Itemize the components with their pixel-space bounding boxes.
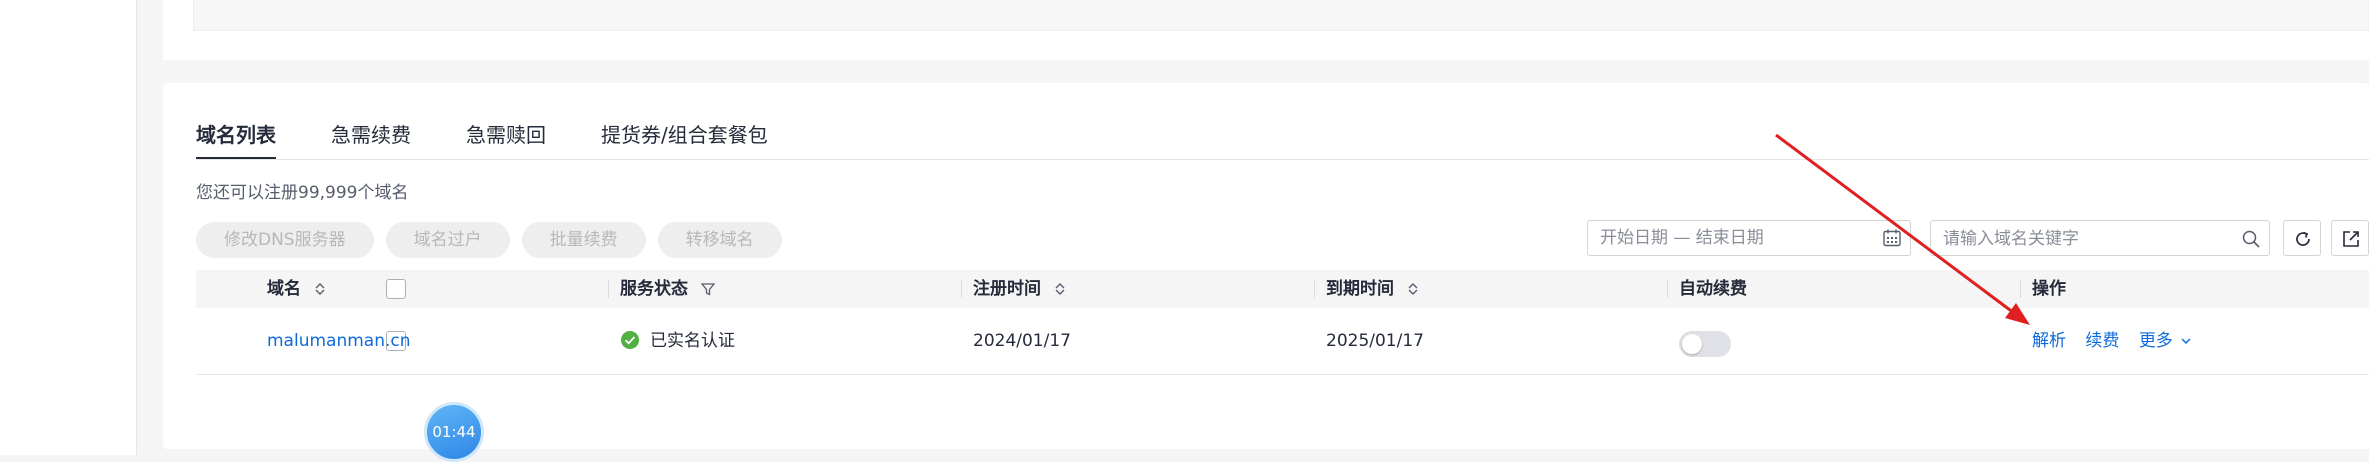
annotation-arrow [1775,133,2030,325]
